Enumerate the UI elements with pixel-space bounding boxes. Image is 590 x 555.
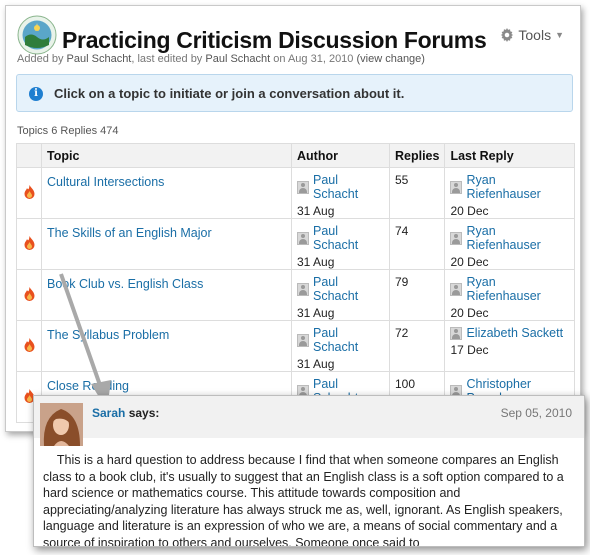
user-icon <box>297 180 309 194</box>
last-reply-user: Ryan Riefenhauser <box>450 173 569 201</box>
comment-text: This is a hard question to address becau… <box>43 453 564 547</box>
replies-cell: 79 <box>388 269 446 321</box>
edited-on-prefix: on <box>273 53 286 65</box>
last-reply-user: Ryan Riefenhauser <box>450 275 569 303</box>
topic-counts: Topics 6 Replies 474 <box>17 125 119 137</box>
replies-cell: 55 <box>388 167 446 219</box>
last-reply-cell: Ryan Riefenhauser 20 Dec <box>444 218 575 270</box>
topic-link[interactable]: Cultural Intersections <box>47 173 286 189</box>
flame-icon <box>24 286 34 301</box>
chevron-down-icon: ▼ <box>555 30 564 40</box>
author-date: 31 Aug <box>297 255 335 269</box>
replies-count: 55 <box>395 173 409 187</box>
page-meta: Added by Paul Schacht, last edited by Pa… <box>17 53 425 65</box>
replies-count: 79 <box>395 275 409 289</box>
header-last-reply[interactable]: Last Reply <box>444 143 575 168</box>
header-topic[interactable]: Topic <box>41 143 292 168</box>
last-reply-link[interactable]: Ryan Riefenhauser <box>466 224 569 252</box>
author-cell: Paul Schacht 31 Aug <box>291 320 390 372</box>
author-link[interactable]: Paul Schacht <box>313 173 384 201</box>
author-user: Paul Schacht <box>297 224 384 252</box>
added-by-user[interactable]: Paul Schacht <box>67 53 132 65</box>
replies-count: 74 <box>395 224 409 238</box>
callout-arrow <box>59 273 111 410</box>
author-link[interactable]: Paul Schacht <box>313 326 384 354</box>
view-change-link[interactable]: (view change) <box>356 53 424 65</box>
last-reply-cell: Ryan Riefenhauser 20 Dec <box>444 167 575 219</box>
flame-icon <box>24 184 34 199</box>
row-icon-cell <box>16 269 42 321</box>
added-by-prefix: Added by <box>17 53 64 65</box>
comment-body: This is a hard question to address becau… <box>43 452 578 547</box>
replies-count: 72 <box>395 326 409 340</box>
last-reply-link[interactable]: Elizabeth Sackett <box>466 326 563 340</box>
author-link[interactable]: Paul Schacht <box>313 224 384 252</box>
flame-icon <box>24 235 34 250</box>
comment-author: Sarah says: <box>92 406 159 420</box>
comment-author-name[interactable]: Sarah <box>92 406 125 420</box>
user-icon <box>297 282 309 296</box>
last-reply-date: 20 Dec <box>450 255 489 269</box>
site-logo-icon <box>17 15 57 55</box>
edited-on-date: Aug 31, 2010 <box>287 53 354 65</box>
row-icon-cell <box>16 218 42 270</box>
last-reply-date: 20 Dec <box>450 306 489 320</box>
flame-icon <box>24 337 34 352</box>
page-title: Practicing Criticism Discussion Forums <box>62 27 487 53</box>
user-photo-icon <box>40 403 83 446</box>
author-cell: Paul Schacht 31 Aug <box>291 218 390 270</box>
last-reply-user: Elizabeth Sackett <box>450 326 569 340</box>
topic-link[interactable]: The Skills of an English Major <box>47 224 286 240</box>
edited-prefix: , last edited by <box>131 53 203 65</box>
last-reply-link[interactable]: Ryan Riefenhauser <box>466 173 569 201</box>
tools-menu-button[interactable]: Tools ▼ <box>500 27 564 43</box>
author-user: Paul Schacht <box>297 173 384 201</box>
author-user: Paul Schacht <box>297 326 384 354</box>
header-icon-col <box>16 143 42 168</box>
table-row: The Skills of an English Major Paul Scha… <box>16 218 575 270</box>
info-banner: i Click on a topic to initiate or join a… <box>16 74 573 112</box>
author-date: 31 Aug <box>297 357 335 371</box>
gear-icon <box>501 28 514 42</box>
row-icon-cell <box>16 320 42 372</box>
author-cell: Paul Schacht 31 Aug <box>291 269 390 321</box>
user-icon <box>450 282 463 296</box>
replies-cell: 74 <box>388 218 446 270</box>
last-reply-cell: Ryan Riefenhauser 20 Dec <box>444 269 575 321</box>
comment-date: Sep 05, 2010 <box>500 406 572 420</box>
topic-cell: The Skills of an English Major <box>41 218 292 270</box>
author-user: Paul Schacht <box>297 275 384 303</box>
edited-by-user[interactable]: Paul Schacht <box>205 53 270 65</box>
header-author[interactable]: Author <box>291 143 390 168</box>
last-reply-date: 17 Dec <box>450 343 489 357</box>
replies-cell: 72 <box>388 320 446 372</box>
author-date: 31 Aug <box>297 204 335 218</box>
tools-label: Tools <box>518 27 552 43</box>
table-header-row: Topic Author Replies Last Reply <box>16 143 575 168</box>
replies-count: 100 <box>395 377 416 391</box>
author-link[interactable]: Paul Schacht <box>313 275 384 303</box>
header-replies[interactable]: Replies <box>388 143 446 168</box>
row-icon-cell <box>16 167 42 219</box>
table-row: Cultural Intersections Paul Schacht 31 A… <box>16 167 575 219</box>
last-reply-cell: Elizabeth Sackett 17 Dec <box>444 320 575 372</box>
author-date: 31 Aug <box>297 306 335 320</box>
last-reply-user: Ryan Riefenhauser <box>450 224 569 252</box>
info-message: Click on a topic to initiate or join a c… <box>54 86 405 101</box>
avatar <box>40 403 83 446</box>
comment-card: Sarah says: Sep 05, 2010 This is a hard … <box>33 395 585 547</box>
comment-says: says: <box>128 406 160 420</box>
user-icon <box>450 231 463 245</box>
user-icon <box>297 333 309 347</box>
user-icon <box>297 231 309 245</box>
user-icon <box>450 326 463 340</box>
info-icon: i <box>29 87 43 101</box>
last-reply-date: 20 Dec <box>450 204 489 218</box>
last-reply-link[interactable]: Ryan Riefenhauser <box>466 275 569 303</box>
author-cell: Paul Schacht 31 Aug <box>291 167 390 219</box>
user-icon <box>450 180 463 194</box>
topic-cell: Cultural Intersections <box>41 167 292 219</box>
